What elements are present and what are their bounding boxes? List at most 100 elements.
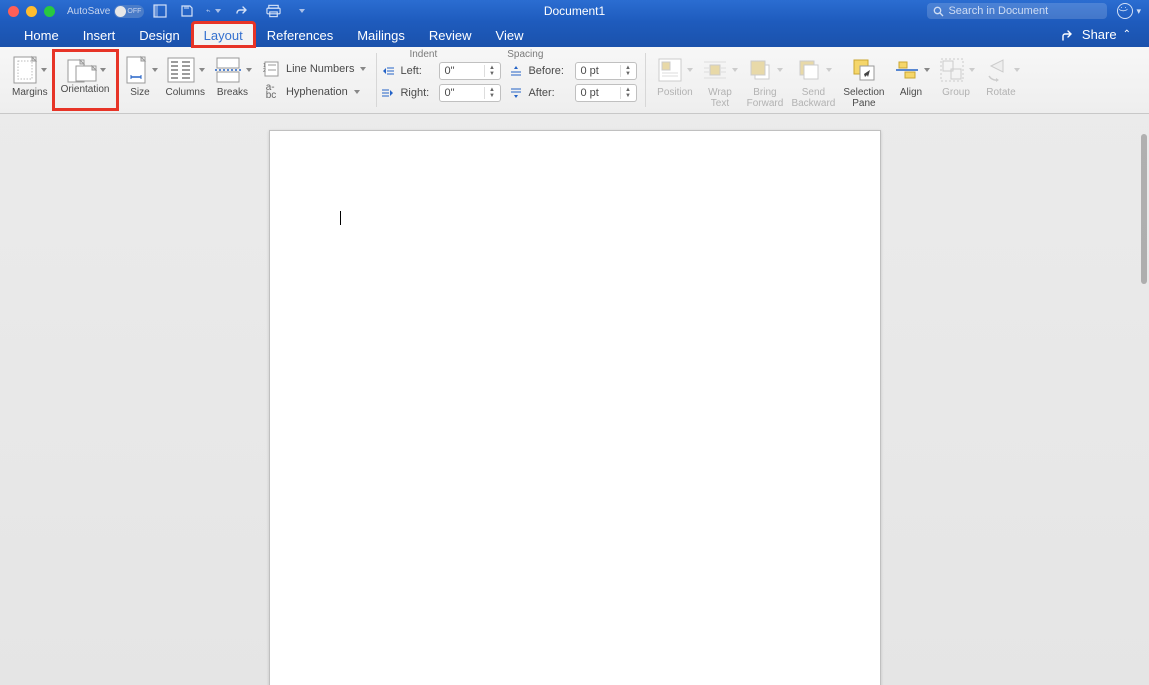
bring-forward-icon <box>746 53 783 87</box>
window-controls <box>8 6 55 17</box>
spacing-section-label: Spacing <box>507 49 543 60</box>
spinner-icon[interactable]: ▲▼ <box>484 87 496 99</box>
save-icon[interactable] <box>179 4 194 18</box>
autosave-toggle[interactable]: AutoSave OFF <box>67 5 144 18</box>
maximize-window-button[interactable] <box>44 6 55 17</box>
wrap-text-icon <box>701 53 738 87</box>
autosave-switch-icon: OFF <box>114 5 144 18</box>
search-input[interactable] <box>948 5 1098 17</box>
chevron-up-icon[interactable]: ⌃ <box>1123 29 1131 40</box>
orientation-button[interactable]: Orientation <box>52 49 119 111</box>
home-template-icon[interactable] <box>152 4 167 18</box>
rotate-button[interactable]: Rotate <box>979 49 1024 111</box>
undo-dropdown-caret-icon <box>215 9 221 13</box>
caret-icon <box>826 68 832 72</box>
position-icon <box>656 53 693 87</box>
search-icon <box>933 6 944 17</box>
minimize-window-button[interactable] <box>26 6 37 17</box>
search-box[interactable] <box>927 3 1107 19</box>
caret-icon <box>732 68 738 72</box>
redo-icon[interactable] <box>233 4 248 18</box>
ribbon: Margins Orientation Size Columns <box>0 47 1149 114</box>
size-button[interactable]: Size <box>119 49 162 111</box>
indent-left-icon <box>381 64 395 78</box>
caret-icon <box>1014 68 1020 72</box>
tab-design[interactable]: Design <box>127 22 191 47</box>
caret-icon <box>354 90 360 94</box>
spacing-after-label: After: <box>528 87 570 99</box>
line-numbers-icon: 12 <box>260 60 282 78</box>
indent-right-input[interactable]: 0"▲▼ <box>439 84 501 102</box>
caret-icon <box>360 67 366 71</box>
position-button[interactable]: Position <box>652 49 697 111</box>
indent-right-label: Right: <box>400 87 434 99</box>
smiley-icon <box>1117 3 1133 19</box>
share-label: Share <box>1082 27 1117 42</box>
hyphenation-button[interactable]: a-bc Hyphenation <box>260 82 366 102</box>
tab-layout[interactable]: Layout <box>192 22 255 47</box>
margins-button[interactable]: Margins <box>8 49 52 111</box>
bring-forward-button[interactable]: Bring Forward <box>742 49 787 111</box>
document-title: Document1 <box>544 4 605 18</box>
spacing-before-icon <box>509 64 523 78</box>
selection-pane-button[interactable]: Selection Pane <box>839 49 888 111</box>
caret-icon <box>687 68 693 72</box>
caret-icon <box>152 68 158 72</box>
print-icon[interactable] <box>266 4 281 18</box>
size-icon <box>123 53 158 87</box>
tab-home[interactable]: Home <box>12 22 71 47</box>
rotate-icon <box>983 53 1020 87</box>
indent-left-label: Left: <box>400 65 434 77</box>
feedback-button[interactable]: ▾ <box>1117 3 1141 19</box>
vertical-scrollbar[interactable] <box>1141 134 1147 284</box>
undo-icon[interactable] <box>206 4 221 18</box>
caret-icon <box>777 68 783 72</box>
share-button[interactable]: Share ⌃ <box>1056 22 1137 47</box>
spinner-icon[interactable]: ▲▼ <box>620 87 632 99</box>
close-window-button[interactable] <box>8 6 19 17</box>
spacing-after-input[interactable]: 0 pt▲▼ <box>575 84 637 102</box>
tab-view[interactable]: View <box>484 22 536 47</box>
caret-icon <box>969 68 975 72</box>
page[interactable] <box>269 130 881 685</box>
columns-icon <box>166 53 205 87</box>
columns-button[interactable]: Columns <box>162 49 209 111</box>
align-button[interactable]: Align <box>889 49 934 111</box>
indent-section-label: Indent <box>409 49 437 60</box>
tab-mailings[interactable]: Mailings <box>345 22 417 47</box>
selection-pane-icon <box>850 53 878 87</box>
spinner-icon[interactable]: ▲▼ <box>620 65 632 77</box>
spacing-before-label: Before: <box>528 65 570 77</box>
qat-customize-caret-icon[interactable] <box>299 9 305 13</box>
text-cursor <box>340 211 341 225</box>
group-paragraph: Indent Spacing Left: 0"▲▼ Right: 0"▲▼ <box>377 47 645 113</box>
caret-icon <box>199 68 205 72</box>
breaks-button[interactable]: Breaks <box>209 49 256 111</box>
caret-icon <box>100 68 106 72</box>
group-page-setup: Margins Orientation Size Columns <box>2 47 376 113</box>
caret-icon <box>246 68 252 72</box>
margins-icon <box>12 53 47 87</box>
group-button[interactable]: Group <box>934 49 979 111</box>
chevron-down-icon: ▾ <box>1136 6 1141 17</box>
document-area[interactable] <box>0 114 1149 685</box>
indent-right-icon <box>381 86 395 100</box>
tab-references[interactable]: References <box>255 22 345 47</box>
quick-access-toolbar <box>152 4 305 18</box>
spinner-icon[interactable]: ▲▼ <box>484 65 496 77</box>
wrap-text-button[interactable]: Wrap Text <box>697 49 742 111</box>
tab-insert[interactable]: Insert <box>71 22 128 47</box>
send-backward-icon <box>795 53 832 87</box>
ribbon-tabs: Home Insert Design Layout References Mai… <box>0 22 1149 47</box>
indent-left-input[interactable]: 0"▲▼ <box>439 62 501 80</box>
spacing-before-input[interactable]: 0 pt▲▼ <box>575 62 637 80</box>
titlebar: AutoSave OFF Document1 ▾ <box>0 0 1149 22</box>
send-backward-button[interactable]: Send Backward <box>787 49 839 111</box>
line-numbers-button[interactable]: 12 Line Numbers <box>260 59 366 79</box>
hyphenation-icon: a-bc <box>260 83 282 101</box>
group-icon <box>938 53 975 87</box>
align-icon <box>893 53 930 87</box>
tab-review[interactable]: Review <box>417 22 484 47</box>
caret-icon <box>924 68 930 72</box>
orientation-icon <box>65 56 106 84</box>
